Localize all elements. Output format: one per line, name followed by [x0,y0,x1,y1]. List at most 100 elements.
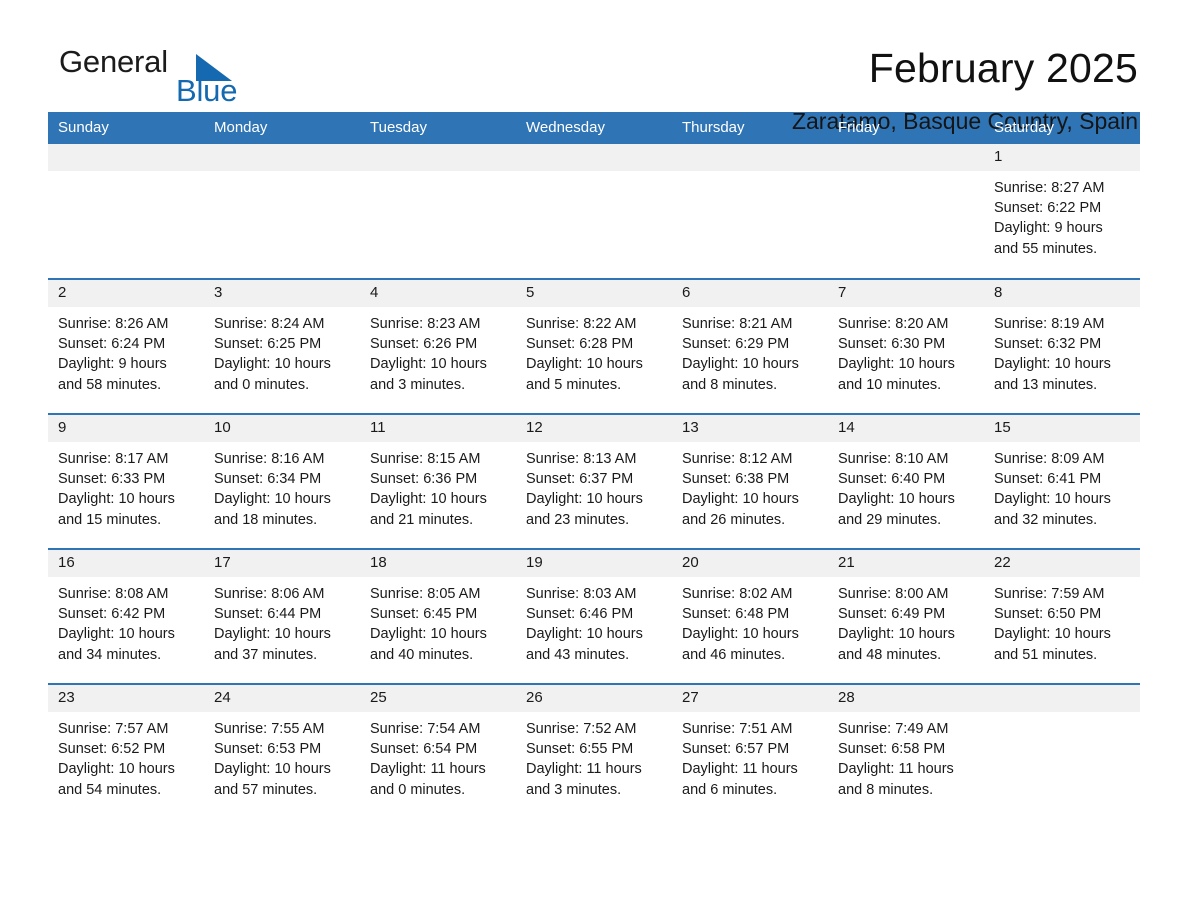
day-details: Sunrise: 8:02 AM Sunset: 6:48 PM Daylight:… [672,577,828,665]
sunset-text: Sunset: 6:34 PM [214,471,322,488]
calendar-day-cell[interactable]: 2 Sunrise: 8:26 AM Sunset: 6:24 PM Daylight… [48,278,204,414]
calendar-day-cell[interactable]: 11 Sunrise: 8:15 AM Sunset: 6:36 PM Dayligh… [360,413,516,549]
daylight-text-line1: Daylight: 10 hours [526,626,643,643]
sunrise-text: Sunrise: 8:22 AM [526,316,637,332]
day-number: 26 [516,685,672,712]
daylight-text-line2: and 34 minutes. [58,646,162,663]
calendar-day-cell[interactable]: 23 Sunrise: 7:57 AM Sunset: 6:52 PM Dayligh… [48,683,204,819]
calendar-day-cell[interactable]: 16 Sunrise: 8:08 AM Sunset: 6:42 PM Dayligh… [48,548,204,684]
calendar-week-row: 16 Sunrise: 8:08 AM Sunset: 6:42 PM Dayligh… [48,548,1140,684]
calendar-day-cell-empty [48,144,204,279]
sunset-text: Sunset: 6:33 PM [58,471,166,488]
sunrise-text: Sunrise: 8:02 AM [682,586,793,602]
calendar-day-cell[interactable]: 24 Sunrise: 7:55 AM Sunset: 6:53 PM Dayligh… [204,683,360,819]
daylight-text-line1: Daylight: 10 hours [994,356,1111,373]
day-details: Sunrise: 7:52 AM Sunset: 6:55 PM Daylight:… [516,712,672,800]
sunset-text: Sunset: 6:46 PM [526,606,634,623]
sunrise-text: Sunrise: 7:57 AM [58,721,169,737]
day-details: Sunrise: 8:03 AM Sunset: 6:46 PM Daylight:… [516,577,672,665]
day-number [360,144,516,171]
day-number: 25 [360,685,516,712]
daylight-text-line2: and 21 minutes. [370,511,474,528]
day-details: Sunrise: 8:15 AM Sunset: 6:36 PM Daylight:… [360,442,516,530]
day-number: 10 [204,415,360,442]
calendar-day-cell[interactable]: 14 Sunrise: 8:10 AM Sunset: 6:40 PM Dayligh… [828,413,984,549]
daylight-text-line1: Daylight: 11 hours [838,761,954,778]
daylight-text-line2: and 55 minutes. [994,240,1098,257]
day-details: Sunrise: 8:24 AM Sunset: 6:25 PM Daylight:… [204,307,360,395]
daylight-text-line2: and 0 minutes. [370,781,466,798]
daylight-text-line1: Daylight: 10 hours [214,626,331,643]
daylight-text-line2: and 10 minutes. [838,376,942,393]
calendar-day-cell[interactable]: 5 Sunrise: 8:22 AM Sunset: 6:28 PM Daylight… [516,278,672,414]
day-number: 22 [984,550,1140,577]
sunrise-text: Sunrise: 8:13 AM [526,451,637,467]
sunset-text: Sunset: 6:58 PM [838,741,946,758]
sunset-text: Sunset: 6:41 PM [994,471,1102,488]
calendar-day-cell[interactable]: 7 Sunrise: 8:20 AM Sunset: 6:30 PM Daylight… [828,278,984,414]
daylight-text-line1: Daylight: 10 hours [682,491,799,508]
day-number: 9 [48,415,204,442]
daylight-text-line2: and 18 minutes. [214,511,318,528]
daylight-text-line2: and 13 minutes. [994,376,1098,393]
calendar-day-cell[interactable]: 21 Sunrise: 8:00 AM Sunset: 6:49 PM Dayligh… [828,548,984,684]
calendar-day-cell[interactable]: 19 Sunrise: 8:03 AM Sunset: 6:46 PM Dayligh… [516,548,672,684]
day-number: 8 [984,280,1140,307]
calendar-day-cell[interactable]: 3 Sunrise: 8:24 AM Sunset: 6:25 PM Daylight… [204,278,360,414]
calendar-page: General Blue February 2025 Zaratamo, Bas… [0,0,1188,918]
daylight-text-line1: Daylight: 10 hours [214,761,331,778]
general-blue-logo[interactable]: General Blue [48,44,248,114]
day-number: 19 [516,550,672,577]
sunrise-text: Sunrise: 8:15 AM [370,451,481,467]
sunrise-text: Sunrise: 7:59 AM [994,586,1105,602]
calendar-day-cell[interactable]: 6 Sunrise: 8:21 AM Sunset: 6:29 PM Daylight… [672,278,828,414]
daylight-text-line1: Daylight: 10 hours [682,356,799,373]
daylight-text-line1: Daylight: 10 hours [370,491,487,508]
day-number [204,144,360,171]
calendar-day-cell[interactable]: 13 Sunrise: 8:12 AM Sunset: 6:38 PM Dayligh… [672,413,828,549]
sunrise-text: Sunrise: 8:08 AM [58,586,169,602]
calendar-day-cell[interactable]: 15 Sunrise: 8:09 AM Sunset: 6:41 PM Dayligh… [984,413,1140,549]
day-number: 14 [828,415,984,442]
calendar-day-cell[interactable]: 8 Sunrise: 8:19 AM Sunset: 6:32 PM Daylight… [984,278,1140,414]
daylight-text-line2: and 5 minutes. [526,376,622,393]
calendar-day-cell[interactable]: 10 Sunrise: 8:16 AM Sunset: 6:34 PM Dayligh… [204,413,360,549]
daylight-text-line1: Daylight: 10 hours [58,626,175,643]
calendar-day-cell[interactable]: 22 Sunrise: 7:59 AM Sunset: 6:50 PM Dayligh… [984,548,1140,684]
sunrise-text: Sunrise: 8:19 AM [994,316,1105,332]
sunrise-text: Sunrise: 8:16 AM [214,451,325,467]
calendar-day-cell-empty [516,144,672,279]
day-number [828,144,984,171]
daylight-text-line1: Daylight: 10 hours [214,356,331,373]
calendar-day-cell[interactable]: 28 Sunrise: 7:49 AM Sunset: 6:58 PM Dayligh… [828,683,984,819]
day-number: 16 [48,550,204,577]
calendar-day-cell[interactable]: 12 Sunrise: 8:13 AM Sunset: 6:37 PM Dayligh… [516,413,672,549]
daylight-text-line1: Daylight: 10 hours [370,626,487,643]
day-number: 20 [672,550,828,577]
daylight-text-line2: and 46 minutes. [682,646,786,663]
sunrise-text: Sunrise: 8:12 AM [682,451,793,467]
calendar-day-cell[interactable]: 1 Sunrise: 8:27 AM Sunset: 6:22 PM Daylight… [984,144,1140,279]
day-details: Sunrise: 8:10 AM Sunset: 6:40 PM Daylight:… [828,442,984,530]
calendar-day-cell[interactable]: 18 Sunrise: 8:05 AM Sunset: 6:45 PM Dayligh… [360,548,516,684]
calendar-day-cell[interactable]: 26 Sunrise: 7:52 AM Sunset: 6:55 PM Dayligh… [516,683,672,819]
calendar-day-cell[interactable]: 17 Sunrise: 8:06 AM Sunset: 6:44 PM Dayligh… [204,548,360,684]
day-number [672,144,828,171]
calendar-day-cell[interactable]: 25 Sunrise: 7:54 AM Sunset: 6:54 PM Dayligh… [360,683,516,819]
page-title: February 2025 [868,45,1138,91]
sunset-text: Sunset: 6:28 PM [526,336,634,353]
day-number: 18 [360,550,516,577]
calendar-day-cell[interactable]: 27 Sunrise: 7:51 AM Sunset: 6:57 PM Dayligh… [672,683,828,819]
sunset-text: Sunset: 6:54 PM [370,741,478,758]
day-number: 24 [204,685,360,712]
day-details: Sunrise: 7:54 AM Sunset: 6:54 PM Daylight:… [360,712,516,800]
weekday-header-monday: Monday [204,112,360,144]
sunset-text: Sunset: 6:26 PM [370,336,478,353]
day-details: Sunrise: 7:55 AM Sunset: 6:53 PM Daylight:… [204,712,360,800]
calendar-day-cell[interactable]: 9 Sunrise: 8:17 AM Sunset: 6:33 PM Daylight… [48,413,204,549]
daylight-text-line1: Daylight: 10 hours [526,356,643,373]
calendar-day-cell[interactable]: 4 Sunrise: 8:23 AM Sunset: 6:26 PM Daylight… [360,278,516,414]
calendar-day-cell[interactable]: 20 Sunrise: 8:02 AM Sunset: 6:48 PM Dayligh… [672,548,828,684]
sunrise-sunset-calendar-table: Sunday Monday Tuesday Wednesday Thursday… [48,112,1140,819]
sunrise-text: Sunrise: 8:06 AM [214,586,325,602]
